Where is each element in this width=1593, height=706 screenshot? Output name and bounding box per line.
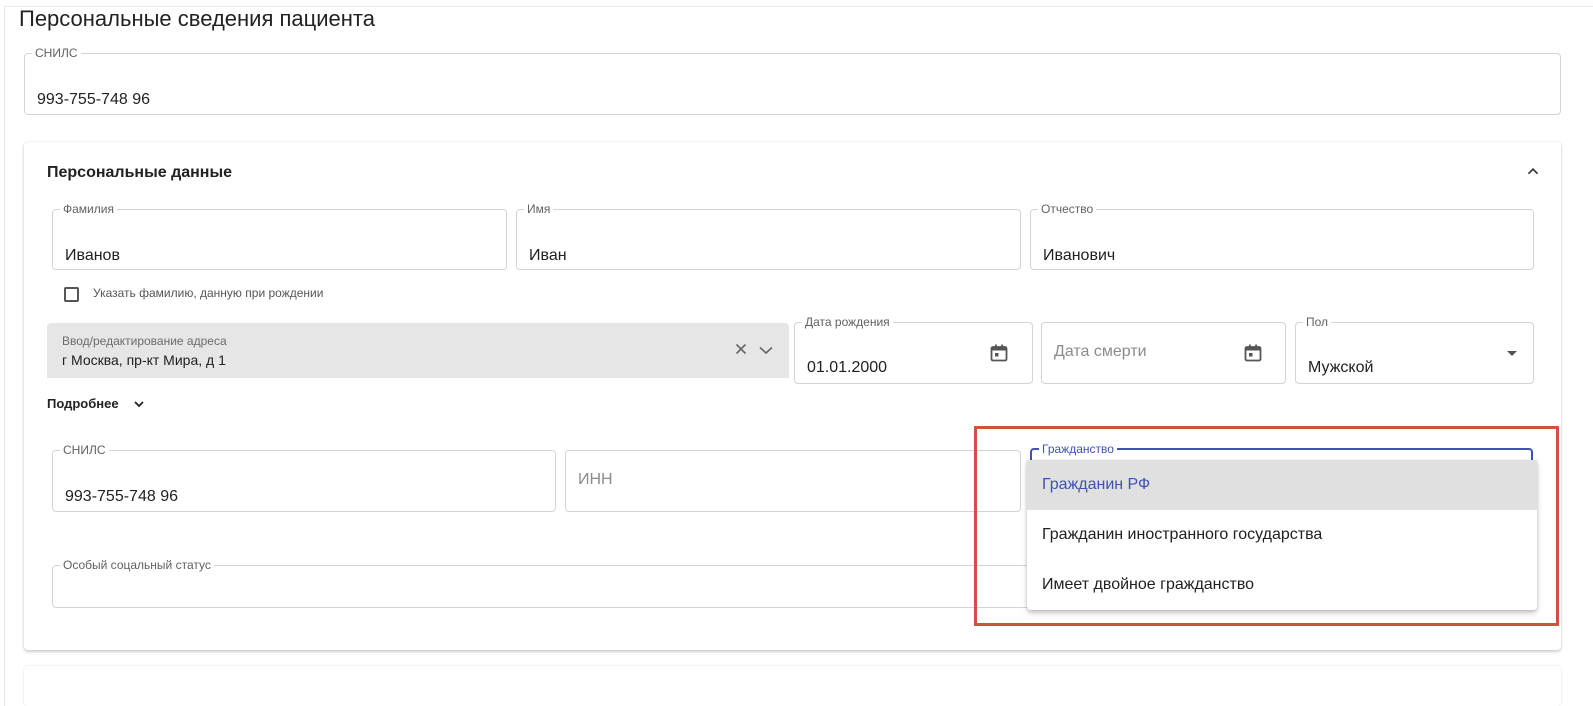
patronymic-value: Иванович — [1043, 247, 1116, 264]
inn-field[interactable] — [565, 450, 1021, 512]
last-name-label: Фамилия — [63, 202, 114, 216]
address-input[interactable] — [47, 323, 789, 378]
more-button[interactable]: Подробнее — [47, 396, 119, 411]
last-name-field[interactable]: Фамилия Иванов — [52, 203, 507, 270]
snils-label: СНИЛС — [63, 443, 106, 457]
dropdown-arrow-icon[interactable] — [1505, 348, 1519, 358]
snils-field[interactable]: СНИЛС 993-755-748 96 — [52, 444, 556, 512]
gender-select[interactable]: Пол Мужской — [1295, 316, 1534, 384]
snils-top-value: 993-755-748 96 — [37, 91, 150, 108]
calendar-icon[interactable] — [1243, 343, 1263, 363]
section-title-personal-data: Персональные данные — [47, 164, 233, 181]
death-date-placeholder: Дата смерти — [1054, 343, 1147, 360]
clear-icon[interactable] — [733, 341, 749, 357]
first-name-label: Имя — [527, 202, 551, 216]
snils-value: 993-755-748 96 — [65, 488, 178, 505]
birth-date-value: 01.01.2000 — [807, 359, 888, 376]
chevron-down-icon[interactable] — [757, 341, 775, 359]
patronymic-field[interactable]: Отчество Иванович — [1030, 203, 1534, 270]
first-name-field[interactable]: Имя Иван — [516, 203, 1021, 270]
last-name-value: Иванов — [65, 247, 120, 264]
page-title: Персональные сведения пациента — [19, 6, 375, 31]
gender-label: Пол — [1306, 315, 1329, 329]
inn-placeholder: ИНН — [578, 471, 613, 488]
birth-surname-checkbox-label: Указать фамилию, данную при рождении — [93, 286, 324, 300]
address-label: Ввод/редактирование адреса — [62, 334, 227, 348]
calendar-icon[interactable] — [989, 343, 1009, 363]
snils-top-label: СНИЛС — [35, 46, 78, 60]
next-card — [24, 666, 1561, 706]
highlight-frame — [974, 426, 1559, 626]
first-name-value: Иван — [529, 247, 567, 264]
address-value: г Москва, пр-кт Мира, д 1 — [62, 352, 226, 368]
birth-date-label: Дата рождения — [805, 315, 890, 329]
patronymic-label: Отчество — [1041, 202, 1094, 216]
snils-top-field[interactable]: СНИЛС 993-755-748 96 — [24, 47, 1561, 115]
chevron-down-icon[interactable] — [132, 397, 146, 411]
social-status-label: Особый соцальный статус — [63, 558, 211, 572]
birth-surname-checkbox[interactable] — [64, 287, 79, 302]
chevron-up-icon[interactable] — [1522, 160, 1544, 182]
gender-value: Мужской — [1308, 359, 1374, 376]
